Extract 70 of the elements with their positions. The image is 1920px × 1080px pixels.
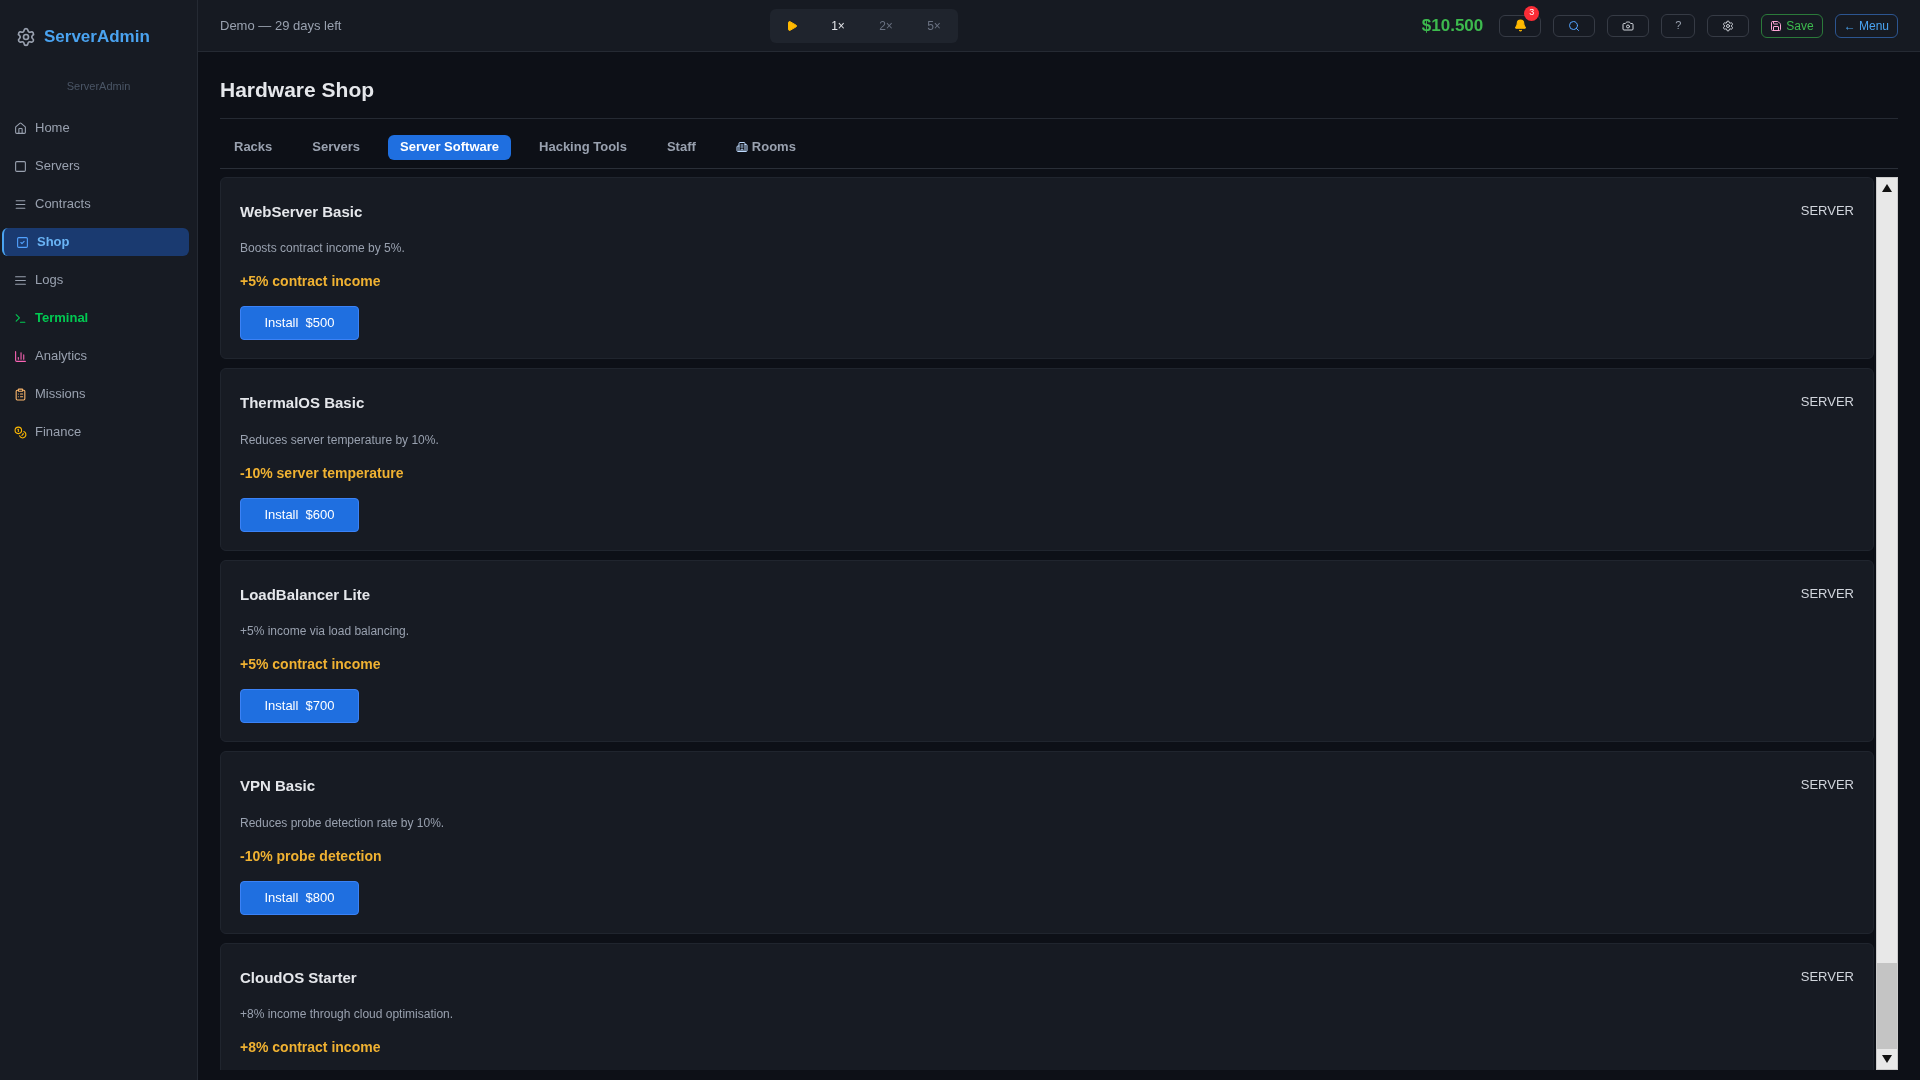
sidebar-item[interactable]: Terminal: [2, 304, 189, 332]
sidebar-item[interactable]: Home: [2, 114, 189, 142]
product-description: +8% income through cloud optimisation.: [240, 1006, 455, 1023]
category-label: SERVER: [1800, 776, 1854, 794]
save-button[interactable]: Save: [1761, 13, 1823, 38]
scrollbar-thumb[interactable]: [1877, 963, 1897, 1049]
help-button[interactable]: ?: [1661, 13, 1696, 38]
settings-icon: [1722, 19, 1735, 32]
tab[interactable]: Server Software: [388, 134, 512, 160]
sidebar-item[interactable]: Finance: [2, 418, 189, 446]
terminal-icon: [14, 311, 27, 325]
product-name: CloudOS Starter: [240, 967, 357, 988]
sidebar-subtitle: ServerAdmin: [66, 78, 131, 94]
menu-button[interactable]: ← Menu: [1834, 13, 1898, 38]
search-button[interactable]: [1553, 14, 1596, 37]
checkbox-icon: [16, 235, 29, 249]
scrollbar[interactable]: [1876, 176, 1898, 1070]
square-icon: [14, 159, 27, 173]
product-effect: +8% contract income: [240, 1038, 382, 1057]
sidebar-item[interactable]: Servers: [2, 152, 189, 180]
demo-status: Demo — 29 days left: [220, 16, 343, 35]
product-name: VPN Basic: [240, 776, 316, 796]
page-title: Hardware Shop: [220, 74, 1898, 119]
sidebar-item[interactable]: Shop: [2, 228, 189, 256]
product-description: Boosts contract income by 5%.: [240, 240, 406, 257]
product-effect: -10% server temperature: [240, 463, 405, 483]
product-effect: +5% contract income: [240, 655, 382, 674]
sidebar-item[interactable]: Analytics: [2, 342, 189, 370]
install-button[interactable]: Install $600: [240, 497, 359, 532]
product-description: +5% income via load balancing.: [240, 623, 411, 640]
home-icon: [14, 121, 27, 135]
search-icon: [1568, 19, 1581, 32]
money-balance: $10.500: [1421, 14, 1484, 37]
sidebar-item[interactable]: Logs: [2, 266, 189, 294]
tab[interactable]: Rooms: [723, 134, 808, 160]
product-effect: -10% probe detection: [240, 846, 383, 866]
sidebar-item[interactable]: Contracts: [2, 190, 189, 218]
camera-icon: [1622, 19, 1635, 32]
category-label: SERVER: [1800, 201, 1854, 220]
tab[interactable]: Servers: [300, 134, 373, 160]
brand-name: ServerAdmin: [44, 26, 150, 48]
product-effect: +5% contract income: [240, 272, 382, 291]
install-button[interactable]: Install $800: [240, 880, 359, 915]
clipboard-icon: [14, 387, 27, 401]
category-label: SERVER: [1800, 393, 1854, 411]
settings-button[interactable]: [1707, 14, 1750, 37]
camera-button[interactable]: [1607, 14, 1650, 37]
product-name: WebServer Basic: [240, 201, 363, 222]
play-icon: [786, 19, 798, 32]
product-description: Reduces server temperature by 10%.: [240, 431, 440, 449]
bar-chart-icon: [14, 349, 27, 363]
money-bag-icon: [14, 425, 27, 439]
gear-icon: [16, 26, 36, 47]
category-label: SERVER: [1800, 967, 1854, 986]
product-description: Reduces probe detection rate by 10%.: [240, 814, 446, 832]
building-icon: [735, 141, 748, 153]
product-name: LoadBalancer Lite: [240, 584, 371, 605]
tab[interactable]: Racks: [222, 134, 285, 160]
product-name: ThermalOS Basic: [240, 393, 365, 413]
tab[interactable]: Staff: [654, 134, 708, 160]
sidebar-item[interactable]: Missions: [2, 380, 189, 408]
list-icon: [14, 197, 27, 211]
install-button[interactable]: Install $700: [240, 689, 359, 723]
category-label: SERVER: [1800, 584, 1854, 603]
bell-icon: [1513, 19, 1527, 32]
install-button[interactable]: Install $500: [240, 306, 359, 340]
tab[interactable]: Hacking Tools: [527, 134, 639, 160]
notification-badge: 3: [1524, 5, 1540, 21]
list-icon: [14, 273, 27, 287]
speed-button[interactable]: 1×: [826, 16, 850, 35]
